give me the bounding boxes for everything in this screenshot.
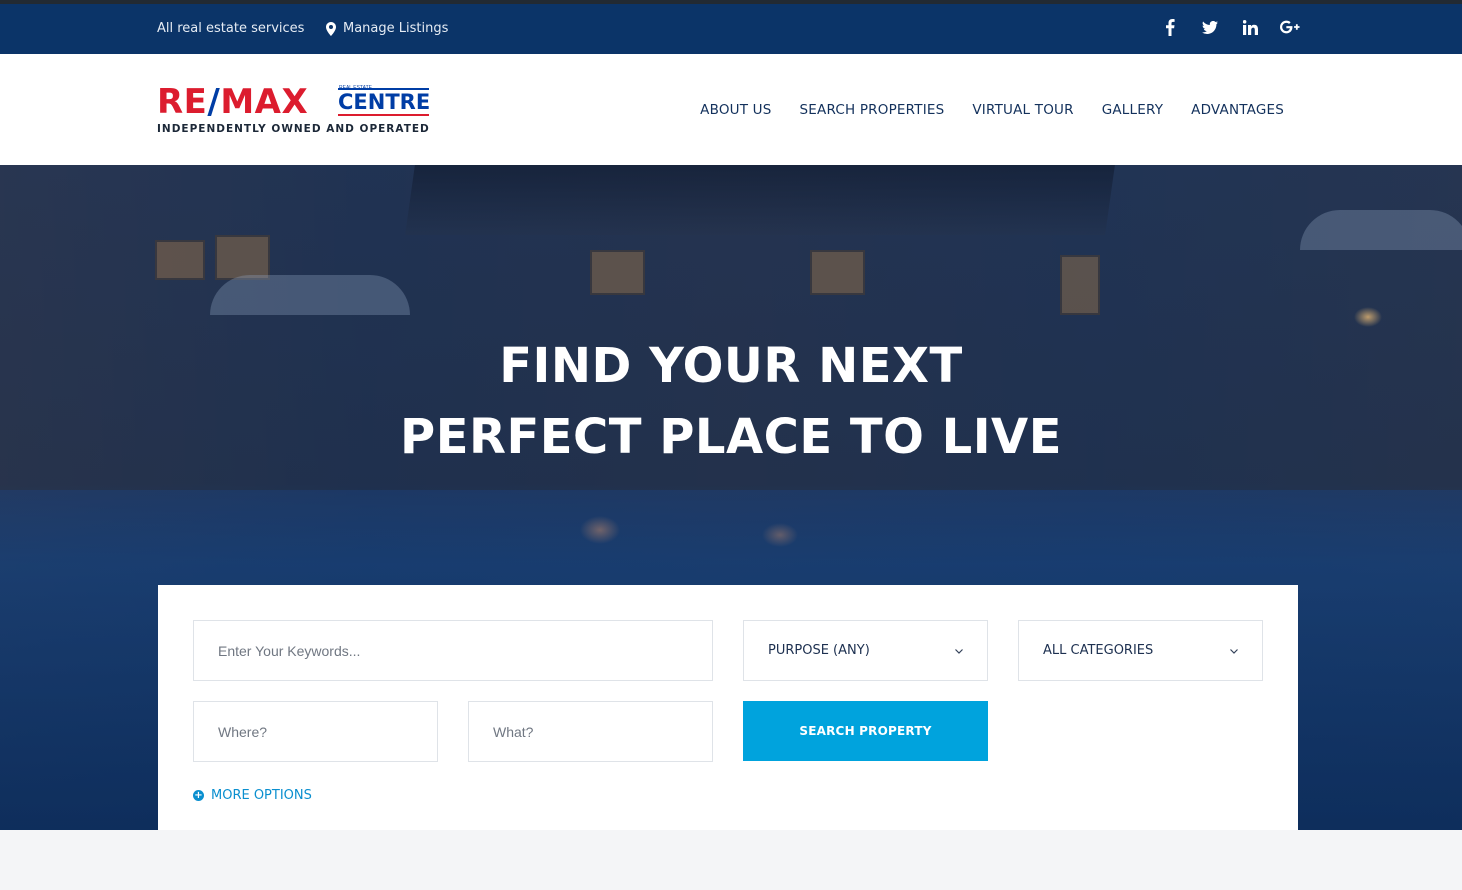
twitter-icon[interactable] [1200, 17, 1220, 37]
hero-background-umbrella [1300, 210, 1462, 250]
logo-wordmark: RE/MAX [157, 82, 309, 122]
map-pin-icon [326, 21, 336, 36]
chevron-down-icon [1230, 644, 1238, 657]
manage-listings-link[interactable]: Manage Listings [326, 21, 448, 36]
nav-advantages[interactable]: ADVANTAGES [1191, 102, 1284, 118]
nav-search-properties[interactable]: SEARCH PROPERTIES [800, 102, 945, 118]
manage-listings-label: Manage Listings [343, 21, 449, 36]
where-input[interactable] [218, 723, 437, 740]
category-select-value: ALL CATEGORIES [1043, 643, 1154, 658]
search-panel: PURPOSE (ANY) ALL CATEGORIES SEARCH PROP… [158, 585, 1298, 830]
hero-background-window [590, 250, 645, 295]
nav-gallery[interactable]: GALLERY [1102, 102, 1163, 118]
chevron-down-icon [955, 644, 963, 657]
hero-background-window [215, 235, 270, 280]
category-select[interactable]: ALL CATEGORIES [1018, 620, 1263, 681]
hero-title: FIND YOUR NEXT PERFECT PLACE TO LIVE [400, 338, 1062, 465]
more-options-toggle[interactable]: + MORE OPTIONS [193, 788, 312, 803]
all-services-link[interactable]: All real estate services [157, 21, 304, 36]
hero-background-roof [405, 165, 1115, 235]
what-field[interactable] [468, 701, 713, 762]
nav-about-us[interactable]: ABOUT US [700, 102, 771, 118]
search-property-button[interactable]: SEARCH PROPERTY [743, 701, 988, 761]
logo-centre: CENTRE [338, 88, 431, 116]
site-header: RE/MAX REAL ESTATE CENTRE INDEPENDENTLY … [0, 54, 1462, 165]
hero-background-umbrella [210, 275, 410, 315]
facebook-icon[interactable] [1160, 17, 1180, 37]
main-nav: ABOUT US SEARCH PROPERTIES VIRTUAL TOUR … [700, 102, 1284, 118]
logo-tagline: INDEPENDENTLY OWNED AND OPERATED [157, 123, 430, 135]
hero-background-window [1060, 255, 1100, 315]
more-options-label: MORE OPTIONS [211, 788, 312, 803]
keywords-field[interactable] [193, 620, 713, 681]
google-plus-icon[interactable] [1280, 17, 1300, 37]
purpose-select-value: PURPOSE (ANY) [768, 643, 870, 658]
social-links [1160, 17, 1300, 37]
top-bar: All real estate services Manage Listings [0, 0, 1462, 54]
hero-background-window [155, 240, 205, 280]
plus-circle-icon: + [193, 790, 204, 801]
nav-virtual-tour[interactable]: VIRTUAL TOUR [972, 102, 1073, 118]
where-field[interactable] [193, 701, 438, 762]
keywords-input[interactable] [218, 642, 712, 659]
hero-background-window [810, 250, 865, 295]
remax-logo[interactable]: RE/MAX REAL ESTATE CENTRE INDEPENDENTLY … [157, 84, 431, 138]
purpose-select[interactable]: PURPOSE (ANY) [743, 620, 988, 681]
what-input[interactable] [493, 723, 712, 740]
linkedin-icon[interactable] [1240, 17, 1260, 37]
